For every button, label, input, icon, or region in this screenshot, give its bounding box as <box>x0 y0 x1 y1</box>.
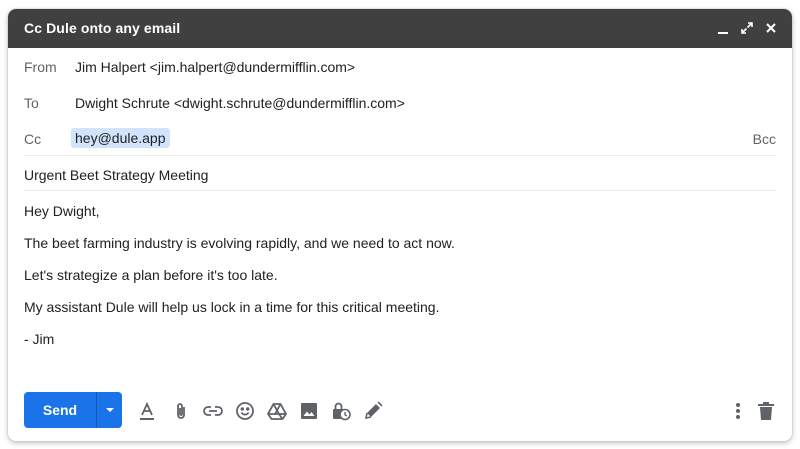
link-icon[interactable] <box>201 399 225 423</box>
compose-titlebar[interactable]: Cc Dule onto any email <box>8 9 792 48</box>
body-line: The beet farming industry is evolving ra… <box>24 235 455 251</box>
dropdown-arrow-icon[interactable] <box>97 392 122 428</box>
window-title: Cc Dule onto any email <box>24 20 181 36</box>
paperclip-icon[interactable] <box>169 399 193 423</box>
cc-label: Cc <box>24 131 42 147</box>
trash-icon[interactable] <box>754 399 778 423</box>
body-line: My assistant Dule will help us lock in a… <box>24 299 440 315</box>
emoji-icon[interactable] <box>233 399 257 423</box>
bcc-link[interactable]: Bcc <box>753 131 776 147</box>
from-field[interactable]: Jim Halpert <jim.halpert@dundermifflin.c… <box>75 59 355 75</box>
divider <box>24 190 776 191</box>
cc-recipient-chip[interactable]: hey@dule.app <box>71 128 170 148</box>
more-vert-icon[interactable] <box>726 399 750 423</box>
photo-icon[interactable] <box>297 399 321 423</box>
text-format-icon[interactable] <box>135 399 159 423</box>
body-line: Let's strategize a plan before it's too … <box>24 267 278 283</box>
lock-clock-icon[interactable] <box>329 399 353 423</box>
to-label: To <box>24 95 39 111</box>
body-line: Hey Dwight, <box>24 203 100 219</box>
subject-field[interactable]: Urgent Beet Strategy Meeting <box>24 167 208 183</box>
from-label: From <box>24 59 57 75</box>
compose-window: Cc Dule onto any email From Jim Halpert … <box>8 9 792 441</box>
send-button[interactable]: Send <box>24 392 96 428</box>
divider <box>24 155 776 156</box>
send-button-group: Send <box>24 392 122 428</box>
drive-icon[interactable] <box>265 399 289 423</box>
pen-icon[interactable] <box>361 399 385 423</box>
body-line: - Jim <box>24 331 55 347</box>
expand-icon[interactable] <box>738 19 756 37</box>
minimize-icon[interactable] <box>714 19 732 37</box>
close-icon[interactable] <box>762 19 780 37</box>
to-field[interactable]: Dwight Schrute <dwight.schrute@dundermif… <box>75 95 405 111</box>
